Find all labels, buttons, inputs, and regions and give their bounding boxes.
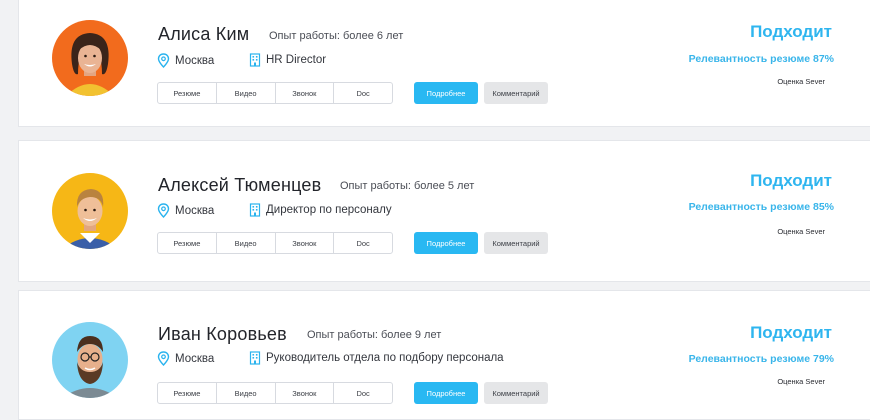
candidate-avatar[interactable] (52, 173, 128, 249)
relevance-score: Релевантность резюме 79% (688, 353, 834, 365)
candidate-name[interactable]: Иван Коровьев (158, 324, 287, 345)
document-tabs: Резюме Видео Звонок Doc (157, 232, 393, 254)
candidate-experience: Опыт работы: более 9 лет (307, 329, 442, 341)
tab-video[interactable]: Видео (217, 383, 276, 403)
city-label: Москва (175, 54, 215, 67)
tab-call[interactable]: Звонок (276, 83, 335, 103)
candidate-card: Алиса Ким Опыт работы: более 6 лет Москв… (18, 0, 870, 127)
tab-video[interactable]: Видео (217, 83, 276, 103)
candidate-card: Иван Коровьев Опыт работы: более 9 лет М… (18, 290, 870, 420)
location-pin-icon (157, 351, 170, 366)
candidate-name[interactable]: Алиса Ким (158, 24, 249, 45)
candidate-experience: Опыт работы: более 5 лет (340, 180, 475, 192)
status-label: Подходит (750, 323, 832, 342)
rating-link[interactable]: Оценка Sever (777, 377, 825, 386)
avatar-photo-ivan (52, 322, 128, 398)
document-tabs: Резюме Видео Звонок Doc (157, 82, 393, 104)
candidate-card: Алексей Тюменцев Опыт работы: более 5 ле… (18, 140, 870, 282)
tab-doc[interactable]: Doc (334, 233, 392, 253)
details-button[interactable]: Подробнее (414, 82, 478, 104)
building-icon (249, 53, 261, 67)
status-label: Подходит (750, 171, 832, 190)
comment-button[interactable]: Комментарий (484, 82, 548, 104)
details-button[interactable]: Подробнее (414, 232, 478, 254)
tab-resume[interactable]: Резюме (158, 83, 217, 103)
status-label: Подходит (750, 22, 832, 41)
relevance-score: Релевантность резюме 87% (688, 53, 834, 65)
candidate-position: Руководитель отдела по подбору персонала (249, 351, 504, 365)
location-pin-icon (157, 53, 170, 68)
tab-resume[interactable]: Резюме (158, 383, 217, 403)
tab-video[interactable]: Видео (217, 233, 276, 253)
building-icon (249, 203, 261, 217)
candidate-city: Москва (157, 53, 214, 68)
candidate-name[interactable]: Алексей Тюменцев (158, 175, 321, 196)
candidate-experience: Опыт работы: более 6 лет (269, 30, 404, 42)
position-label: Директор по персоналу (266, 204, 392, 216)
candidate-avatar[interactable] (52, 20, 128, 96)
tab-resume[interactable]: Резюме (158, 233, 217, 253)
city-label: Москва (175, 204, 215, 217)
comment-button[interactable]: Комментарий (484, 382, 548, 404)
tab-doc[interactable]: Doc (334, 383, 392, 403)
rating-link[interactable]: Оценка Sever (777, 77, 825, 86)
candidate-city: Москва (157, 203, 214, 218)
document-tabs: Резюме Видео Звонок Doc (157, 382, 393, 404)
tab-doc[interactable]: Doc (334, 83, 392, 103)
position-label: HR Director (266, 54, 327, 66)
tab-call[interactable]: Звонок (276, 383, 335, 403)
comment-button[interactable]: Комментарий (484, 232, 548, 254)
relevance-score: Релевантность резюме 85% (688, 201, 834, 213)
location-pin-icon (157, 203, 170, 218)
candidate-position: Директор по персоналу (249, 203, 392, 217)
avatar-photo-alisa (52, 20, 128, 96)
candidate-city: Москва (157, 351, 214, 366)
candidate-avatar[interactable] (52, 322, 128, 398)
tab-call[interactable]: Звонок (276, 233, 335, 253)
city-label: Москва (175, 352, 215, 365)
position-label: Руководитель отдела по подбору персонала (266, 352, 504, 364)
building-icon (249, 351, 261, 365)
rating-link[interactable]: Оценка Sever (777, 227, 825, 236)
avatar-photo-aleksey (52, 173, 128, 249)
candidate-position: HR Director (249, 53, 326, 67)
details-button[interactable]: Подробнее (414, 382, 478, 404)
